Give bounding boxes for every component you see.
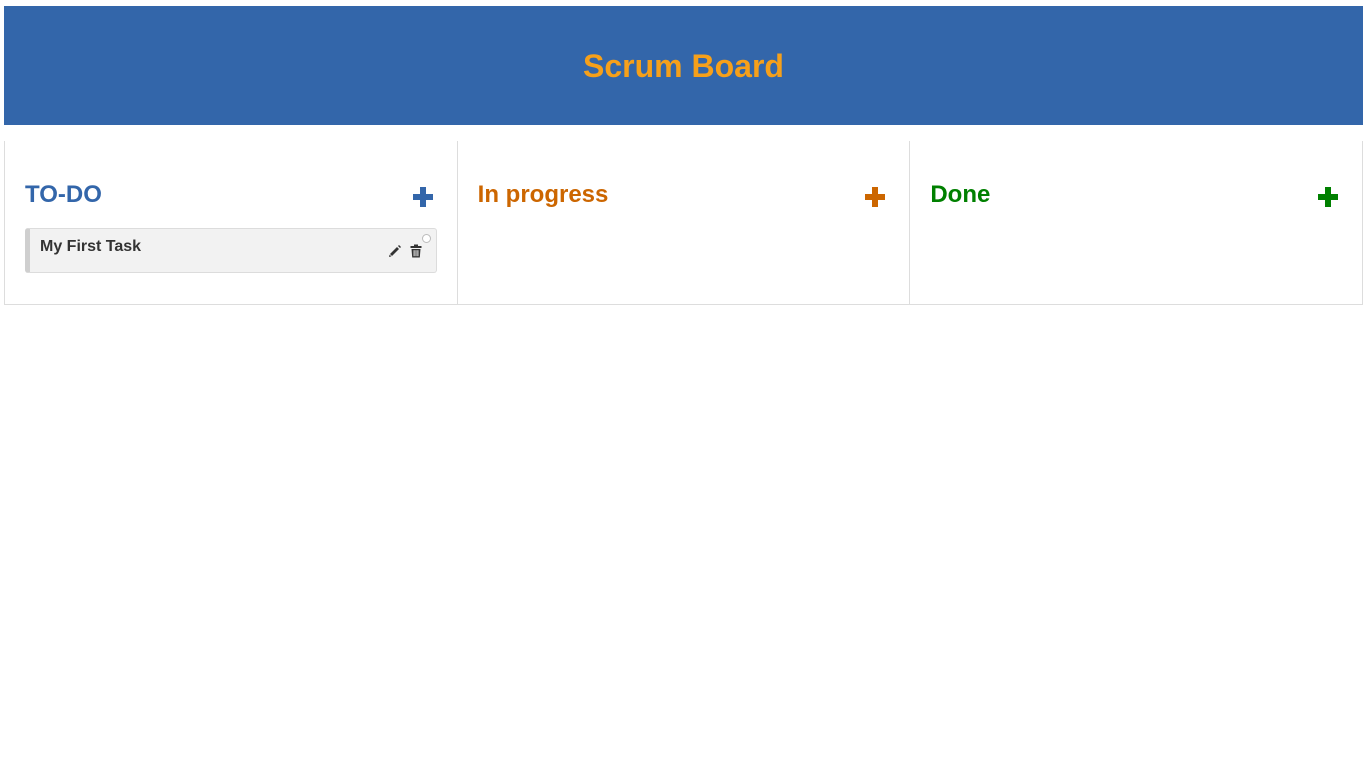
column-todo: TO-DO My First Task	[5, 141, 458, 304]
trash-icon	[410, 244, 422, 258]
plus-icon	[1318, 187, 1339, 207]
column-done: Done	[910, 141, 1364, 304]
add-task-button-done[interactable]	[1317, 186, 1339, 208]
column-in-progress: In progress	[458, 141, 911, 304]
column-header: In progress	[478, 177, 890, 213]
plus-icon	[412, 187, 433, 207]
add-task-button-in-progress[interactable]	[864, 186, 886, 208]
column-title-todo: TO-DO	[25, 181, 102, 208]
delete-task-button[interactable]	[409, 244, 423, 258]
page-title: Scrum Board	[583, 47, 784, 84]
column-header: TO-DO	[25, 177, 437, 213]
pencil-icon	[388, 245, 401, 257]
task-actions	[381, 244, 423, 258]
scrum-board: TO-DO My First Task In progress Done	[4, 141, 1364, 305]
edit-task-button[interactable]	[388, 244, 402, 258]
task-select-radio[interactable]	[421, 234, 431, 243]
app-header: Scrum Board	[4, 6, 1363, 125]
task-list-todo: My First Task	[25, 228, 437, 273]
plus-icon	[865, 187, 886, 207]
task-card[interactable]: My First Task	[25, 228, 437, 273]
column-title-in-progress: In progress	[477, 181, 609, 208]
column-header: Done	[930, 177, 1342, 213]
column-title-done: Done	[930, 181, 991, 208]
add-task-button-todo[interactable]	[412, 186, 434, 208]
task-title: My First Task	[40, 238, 142, 255]
